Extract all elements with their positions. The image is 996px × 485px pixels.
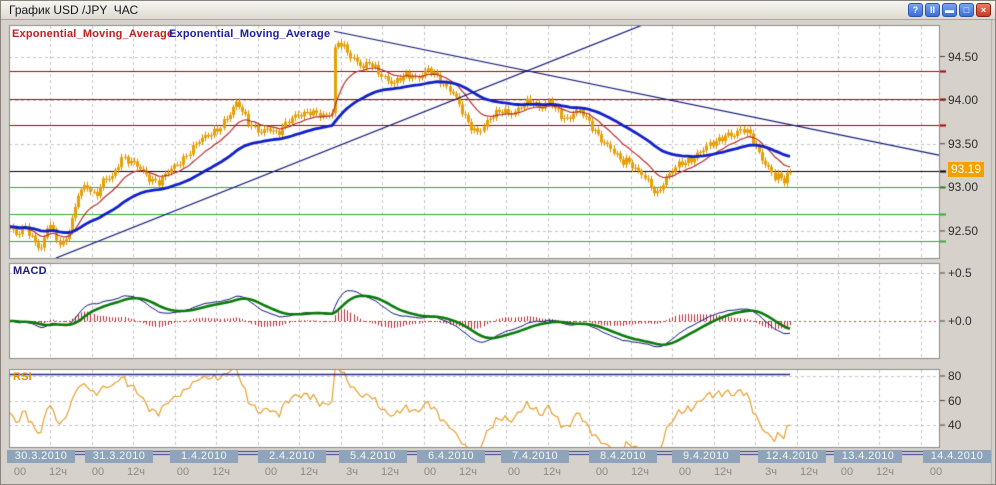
time-label: 12ч <box>459 466 477 478</box>
pause-button[interactable]: II <box>925 3 940 17</box>
time-label: 12ч <box>381 466 399 478</box>
help-button[interactable]: ? <box>908 3 923 17</box>
title-bar[interactable]: График USD /JPY ЧАС ?II▬□× <box>1 1 995 20</box>
rsi-tick-label: 80 <box>948 369 961 383</box>
rsi-tick-label: 40 <box>948 418 961 432</box>
date-label: 12.4.2010 <box>758 450 826 463</box>
time-label: 00 <box>841 466 853 478</box>
date-label: 5.4.2010 <box>339 450 407 463</box>
time-label: 12ч <box>800 466 818 478</box>
current-price-badge: 93.19 <box>948 162 984 177</box>
maximize-button[interactable]: □ <box>959 3 974 17</box>
chart-canvas[interactable] <box>1 1 996 485</box>
chart-window: График USD /JPY ЧАС ?II▬□× Exponential_M… <box>0 0 996 485</box>
date-label: 13.4.2010 <box>834 450 902 463</box>
time-label: 00 <box>679 466 691 478</box>
time-label: 12ч <box>543 466 561 478</box>
time-label: 00 <box>508 466 520 478</box>
ema-slow-legend: Exponential_Moving_Average <box>169 28 330 40</box>
time-label: 00 <box>930 466 942 478</box>
price-tick-label: 93.50 <box>948 137 978 151</box>
time-label: 12ч <box>631 466 649 478</box>
date-label: 9.4.2010 <box>672 450 740 463</box>
date-label: 2.4.2010 <box>258 450 326 463</box>
time-label: 12ч <box>49 466 67 478</box>
time-label: 00 <box>177 466 189 478</box>
close-button[interactable]: × <box>976 3 991 17</box>
time-label: 00 <box>596 466 608 478</box>
time-label: 12ч <box>300 466 318 478</box>
macd-tick-label: +0.0 <box>948 314 972 328</box>
date-label: 8.4.2010 <box>589 450 657 463</box>
price-tick-label: 92.50 <box>948 224 978 238</box>
rsi-tick-label: 60 <box>948 394 961 408</box>
price-tick-label: 94.50 <box>948 50 978 64</box>
time-label: 12ч <box>876 466 894 478</box>
macd-panel-label: MACD <box>13 265 47 277</box>
macd-tick-label: +0.5 <box>948 266 972 280</box>
date-label: 6.4.2010 <box>417 450 485 463</box>
time-label: 12ч <box>212 466 230 478</box>
price-tick-label: 93.00 <box>948 180 978 194</box>
time-label: 00 <box>424 466 436 478</box>
window-title: График USD /JPY ЧАС <box>9 3 138 17</box>
time-label: 3ч <box>346 466 358 478</box>
time-label: 00 <box>14 466 26 478</box>
time-label: 3ч <box>765 466 777 478</box>
minimize-button[interactable]: ▬ <box>942 3 957 17</box>
rsi-panel-label: RSI <box>13 371 32 383</box>
time-label: 12ч <box>127 466 145 478</box>
date-label: 31.3.2010 <box>85 450 153 463</box>
price-tick-label: 94.00 <box>948 93 978 107</box>
time-label: 12ч <box>714 466 732 478</box>
date-label: 1.4.2010 <box>170 450 238 463</box>
time-label: 00 <box>265 466 277 478</box>
ema-fast-legend: Exponential_Moving_Average <box>12 28 173 40</box>
window-controls: ?II▬□× <box>908 3 991 17</box>
date-label: 7.4.2010 <box>501 450 569 463</box>
date-label: 14.4.2010 <box>923 450 991 463</box>
time-label: 00 <box>92 466 104 478</box>
date-label: 30.3.2010 <box>7 450 75 463</box>
